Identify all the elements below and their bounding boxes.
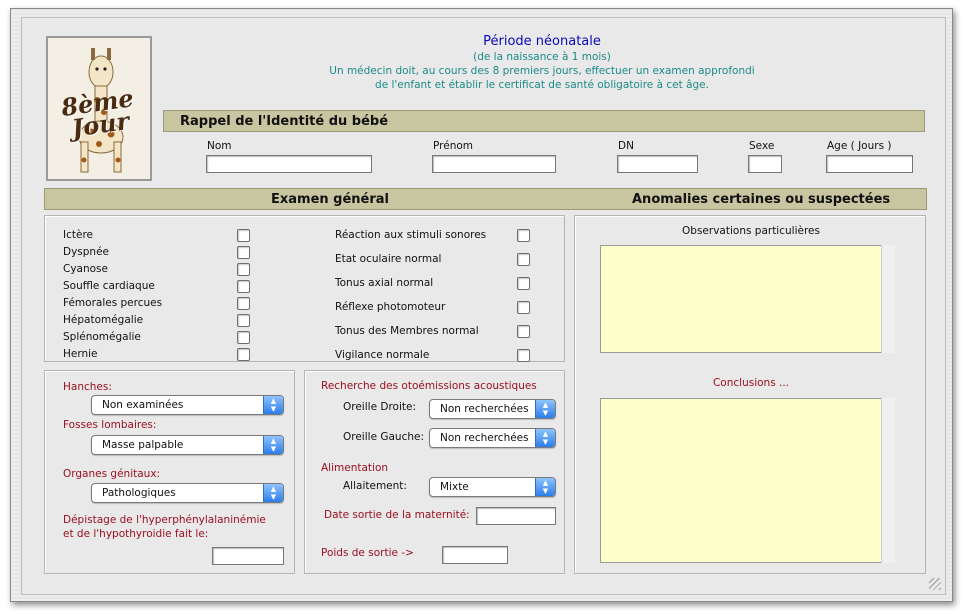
exam-item-label: Fémorales percues	[63, 297, 163, 309]
exam-item-label: Tonus axial normal	[335, 277, 434, 289]
organes-select[interactable]: Pathologiques ▲ ▼	[91, 483, 284, 503]
conclusions-textarea[interactable]	[600, 398, 882, 563]
oreille-droite-label: Oreille Droite:	[343, 401, 416, 413]
fosses-label: Fosses lombaires:	[63, 419, 157, 431]
organes-label: Organes génitaux:	[63, 468, 161, 480]
form-area: 8ème Jour Période néonatale (de la naissa…	[21, 17, 946, 595]
age-label: Age ( Jours )	[827, 140, 892, 152]
dn-label: DN	[618, 140, 634, 152]
giraffe-logo: 8ème Jour	[46, 36, 152, 181]
allaitement-select[interactable]: Mixte ▲ ▼	[429, 477, 556, 497]
observations-scrollbar[interactable]	[881, 245, 895, 353]
exam-panel: Ictère Dyspnée Cyanose Souffle cardiaque Fém…	[44, 215, 565, 362]
exam-item-label: Cyanose	[63, 263, 108, 275]
exam-item-label: Hépatomégalie	[63, 314, 144, 326]
sexe-label: Sexe	[749, 140, 775, 152]
exam-item-checkbox[interactable]	[517, 253, 530, 266]
exam-item-checkbox[interactable]	[237, 297, 250, 310]
app-window: 8ème Jour Période néonatale (de la naissa…	[10, 8, 953, 602]
select-arrows-icon: ▲ ▼	[263, 396, 283, 414]
observations-label: Observations particulières	[682, 225, 820, 237]
hanches-value: Non examinées	[102, 399, 184, 411]
dn-field[interactable]	[617, 155, 698, 173]
section-header-bar: Examen général Anomalies certaines ou su…	[44, 188, 927, 210]
depistage-label-2: et de l'hypothyroidie fait le:	[63, 528, 209, 540]
observations-textarea[interactable]	[600, 245, 882, 353]
exam-item-label: Etat oculaire normal	[335, 253, 442, 265]
oreille-droite-value: Non recherchées	[440, 403, 529, 415]
exam-item-label: Dyspnée	[63, 246, 110, 258]
age-field[interactable]	[826, 155, 913, 173]
page-title: Période néonatale	[483, 34, 601, 49]
exam-section-title: Examen général	[271, 192, 390, 207]
sortie-label: Date sortie de la maternité:	[324, 509, 470, 521]
nom-label: Nom	[207, 140, 232, 152]
exam-item-checkbox[interactable]	[237, 263, 250, 276]
oto-title: Recherche des otoémissions acoustiques	[321, 380, 537, 392]
allaitement-label: Allaitement:	[343, 480, 407, 492]
alimentation-label: Alimentation	[321, 462, 389, 474]
resize-grip-icon[interactable]	[929, 578, 941, 590]
exam-item-checkbox[interactable]	[517, 325, 530, 338]
exam-item-checkbox[interactable]	[237, 314, 250, 327]
exam-item-checkbox[interactable]	[517, 349, 530, 362]
oreille-droite-select[interactable]: Non recherchées ▲ ▼	[429, 399, 556, 419]
conclusions-scrollbar[interactable]	[881, 398, 895, 563]
depistage-label-1: Dépistage de l'hyperphénylalaninémie	[63, 514, 266, 526]
conclusions-label: Conclusions ...	[712, 377, 790, 389]
oreille-gauche-value: Non recherchées	[440, 432, 529, 444]
select-arrows-icon: ▲ ▼	[535, 429, 555, 447]
exam-item-checkbox[interactable]	[237, 229, 250, 242]
exam-item-checkbox[interactable]	[237, 246, 250, 259]
subtitle-line-2: Un médecin doit, au cours des 8 premiers…	[329, 65, 755, 77]
identity-header: Rappel de l'Identité du bébé	[163, 110, 925, 132]
prenom-label: Prénom	[433, 140, 474, 152]
oreille-gauche-label: Oreille Gauche:	[343, 431, 425, 443]
exam-item-label: Réaction aux stimuli sonores	[335, 229, 487, 241]
depistage-date-field[interactable]	[212, 547, 284, 565]
anomalies-panel: Observations particulières Conclusions .…	[574, 215, 926, 574]
oreille-gauche-select[interactable]: Non recherchées ▲ ▼	[429, 428, 556, 448]
exam-item-label: Souffle cardiaque	[63, 280, 155, 292]
poids-label: Poids de sortie ->	[321, 547, 414, 559]
allaitement-value: Mixte	[440, 481, 469, 493]
hanches-select[interactable]: Non examinées ▲ ▼	[91, 395, 284, 415]
fosses-select[interactable]: Masse palpable ▲ ▼	[91, 435, 284, 455]
sexe-field[interactable]	[748, 155, 782, 173]
exam-item-checkbox[interactable]	[237, 280, 250, 293]
exam-item-label: Splénomégalie	[63, 331, 141, 343]
oto-panel: Recherche des otoémissions acoustiques O…	[304, 370, 565, 574]
exam-item-checkbox[interactable]	[237, 348, 250, 361]
select-arrows-icon: ▲ ▼	[263, 436, 283, 454]
select-arrows-icon: ▲ ▼	[535, 400, 555, 418]
select-arrows-icon: ▲ ▼	[263, 484, 283, 502]
subtitle-age-range: (de la naissance à 1 mois)	[473, 51, 611, 63]
logo-text: 8ème Jour	[59, 83, 136, 143]
exam-item-checkbox[interactable]	[517, 301, 530, 314]
exam-item-label: Vigilance normale	[335, 349, 430, 361]
fosses-value: Masse palpable	[102, 439, 184, 451]
exam-item-label: Ictère	[63, 229, 93, 241]
select-arrows-icon: ▲ ▼	[535, 478, 555, 496]
exam-item-label: Réflexe photomoteur	[335, 301, 446, 313]
subtitle-line-3: de l'enfant et établir le certificat de …	[375, 79, 709, 91]
exam-item-label: Hernie	[63, 348, 98, 360]
hanches-label: Hanches:	[63, 381, 112, 393]
sortie-date-field[interactable]	[476, 507, 556, 525]
poids-field[interactable]	[442, 546, 508, 564]
exam-item-checkbox[interactable]	[517, 229, 530, 242]
anomalies-section-title: Anomalies certaines ou suspectées	[632, 192, 891, 207]
hips-panel: Hanches: Non examinées ▲ ▼ Fosses lombaire…	[44, 370, 295, 574]
exam-item-label: Tonus des Membres normal	[335, 325, 479, 337]
exam-item-checkbox[interactable]	[517, 277, 530, 290]
exam-item-checkbox[interactable]	[237, 331, 250, 344]
prenom-field[interactable]	[432, 155, 556, 173]
nom-field[interactable]	[206, 155, 372, 173]
organes-value: Pathologiques	[102, 487, 176, 499]
